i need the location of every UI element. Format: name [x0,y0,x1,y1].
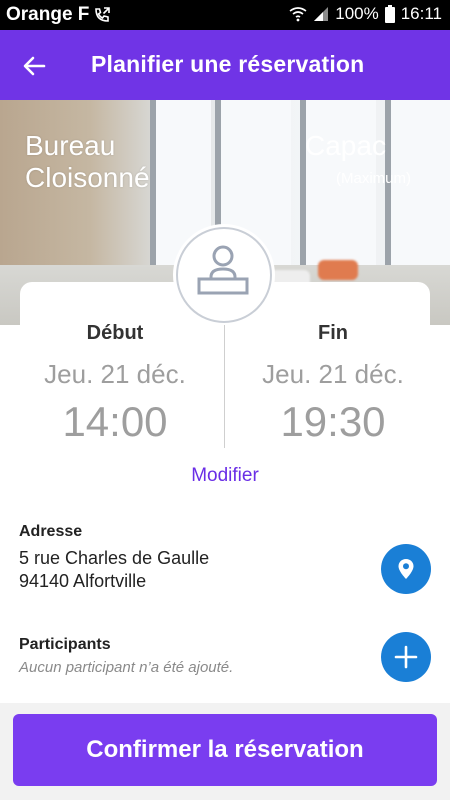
start-date: Jeu. 21 déc. [44,359,186,389]
battery-level: 100% [335,4,379,23]
desk-person-icon [197,245,249,295]
start-column[interactable]: Début Jeu. 21 déc. 14:00 [10,320,220,446]
arrow-left-icon [23,56,46,76]
back-button[interactable] [20,51,50,81]
end-time: 19:30 [280,398,386,445]
call-forward-icon [93,6,111,24]
capacity-label: Capac [305,130,386,161]
participants-empty-text: Aucun participant n’a été ajouté. [19,659,234,676]
end-column[interactable]: Fin Jeu. 21 déc. 19:30 [228,320,438,446]
status-left: Orange F [6,4,111,26]
wifi-icon [289,6,307,22]
signal-icon [313,6,329,22]
app-bar: Planifier une réservation [0,30,450,100]
location-pin-icon [398,559,414,579]
clock: 16:11 [400,4,442,23]
address-line-2: 94140 Alfortville [19,571,147,591]
address-line-1: 5 rue Charles de Gaulle [19,548,210,568]
room-name: Bureau Cloisonné [25,130,150,193]
start-label: Début [86,322,144,344]
start-time: 14:00 [62,398,168,445]
plus-icon [394,645,418,669]
status-right: 100% 16:11 [289,4,442,24]
divider [224,325,225,448]
battery-icon [384,5,395,23]
modify-link[interactable]: Modifier [0,465,450,487]
desk-badge [176,227,272,323]
map-location-button[interactable] [381,544,431,594]
confirm-reservation-button[interactable]: Confirmer la réservation [13,714,437,786]
address-label: Adresse [19,523,83,540]
add-participant-button[interactable] [381,632,431,682]
end-label: Fin [318,322,348,344]
end-date: Jeu. 21 déc. [262,359,404,389]
page-title: Planifier une réservation [91,51,365,77]
carrier-name: Orange F [6,4,90,25]
capacity-hint: (Maximum) [336,170,411,187]
participants-label: Participants [19,636,111,653]
status-bar: Orange F 100% 16:11 [0,0,450,30]
